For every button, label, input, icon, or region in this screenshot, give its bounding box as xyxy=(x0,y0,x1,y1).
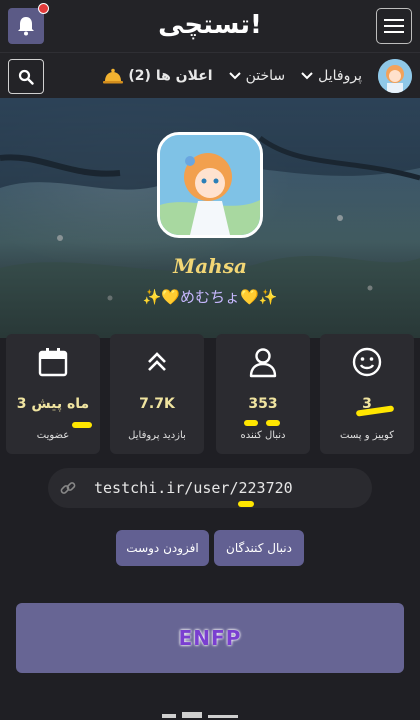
nav-profile[interactable]: پروفایل xyxy=(301,68,362,84)
stat-quizzes: 3 کوییز و پست xyxy=(320,334,414,454)
menu-line-icon xyxy=(384,19,404,21)
nav-menu: پروفایل ساختن اعلان ها (2) xyxy=(103,53,412,99)
avatar-image xyxy=(378,59,412,93)
cropped-heading-glyphs xyxy=(162,712,238,718)
menu-line-icon xyxy=(384,31,404,33)
stat-label: بازدید پروفایل xyxy=(128,430,186,441)
nav-profile-label: پروفایل xyxy=(318,68,362,84)
highlight-mark xyxy=(72,422,92,428)
stat-value: 353 xyxy=(248,396,278,412)
profile-url-field[interactable]: testchi.ir/user/223720 xyxy=(48,468,372,508)
site-logo[interactable]: تستچی! xyxy=(150,6,270,44)
user-icon xyxy=(249,348,277,378)
bell-icon xyxy=(18,17,34,36)
profile-picture[interactable] xyxy=(157,132,263,238)
chevron-down-icon xyxy=(301,72,313,80)
chevron-down-icon xyxy=(228,72,241,80)
stat-label: کوییز و پست xyxy=(340,430,394,441)
nav-create[interactable]: ساختن xyxy=(228,68,286,84)
followers-button[interactable]: دنبال کنندگان xyxy=(214,530,304,566)
profile-tagline: ✨💛めむちょ💛✨ xyxy=(142,288,278,306)
profile-username: Mahsa xyxy=(173,254,247,278)
stat-followers[interactable]: 353 دنبال کننده xyxy=(216,334,310,454)
highlight-mark xyxy=(238,501,254,507)
hamburger-menu-button[interactable] xyxy=(376,8,412,44)
profile-url-text: testchi.ir/user/223720 xyxy=(94,479,293,497)
stats-row: 3 کوییز و پست 353 دنبال کننده 7.7K بازدی… xyxy=(6,334,414,454)
nav-create-label: ساختن xyxy=(245,68,286,84)
nav-bar: پروفایل ساختن اعلان ها (2) xyxy=(0,52,420,98)
link-icon xyxy=(60,482,76,494)
calendar-icon xyxy=(38,348,68,377)
smiley-icon xyxy=(352,347,382,377)
highlight-mark xyxy=(266,420,280,426)
nav-notifications-label: اعلان ها (2) xyxy=(128,68,213,84)
search-icon xyxy=(18,69,34,85)
section-heading-peek xyxy=(150,706,270,720)
search-button[interactable] xyxy=(8,59,44,94)
highlight-mark xyxy=(244,420,258,426)
nav-notifications[interactable]: اعلان ها (2) xyxy=(103,68,213,84)
stat-label: دنبال کننده xyxy=(240,430,286,441)
stat-label: عضویت xyxy=(36,430,70,441)
chevrons-up-icon xyxy=(148,352,166,371)
profile-page: تستچی! پروفایل ساختن اعلان ها (2) Mahsa … xyxy=(0,0,420,720)
add-friend-button[interactable]: افزودن دوست xyxy=(116,530,209,566)
notification-dot xyxy=(38,3,49,14)
profile-cover: Mahsa ✨💛めむちょ💛✨ xyxy=(0,98,420,338)
stat-profile-views: 7.7K بازدید پروفایل xyxy=(110,334,204,454)
service-bell-icon xyxy=(103,68,124,84)
stat-value: 3 ماه پیش xyxy=(16,396,90,412)
mbti-type: ENFP xyxy=(178,626,242,650)
stat-value: 7.7K xyxy=(139,396,175,412)
user-avatar[interactable] xyxy=(378,59,412,93)
mbti-card[interactable]: ENFP xyxy=(16,603,404,673)
notifications-button[interactable] xyxy=(8,8,44,44)
profile-image xyxy=(160,135,260,235)
menu-line-icon xyxy=(384,25,404,27)
stat-membership: 3 ماه پیش عضویت xyxy=(6,334,100,454)
top-bar: تستچی! xyxy=(0,0,420,52)
